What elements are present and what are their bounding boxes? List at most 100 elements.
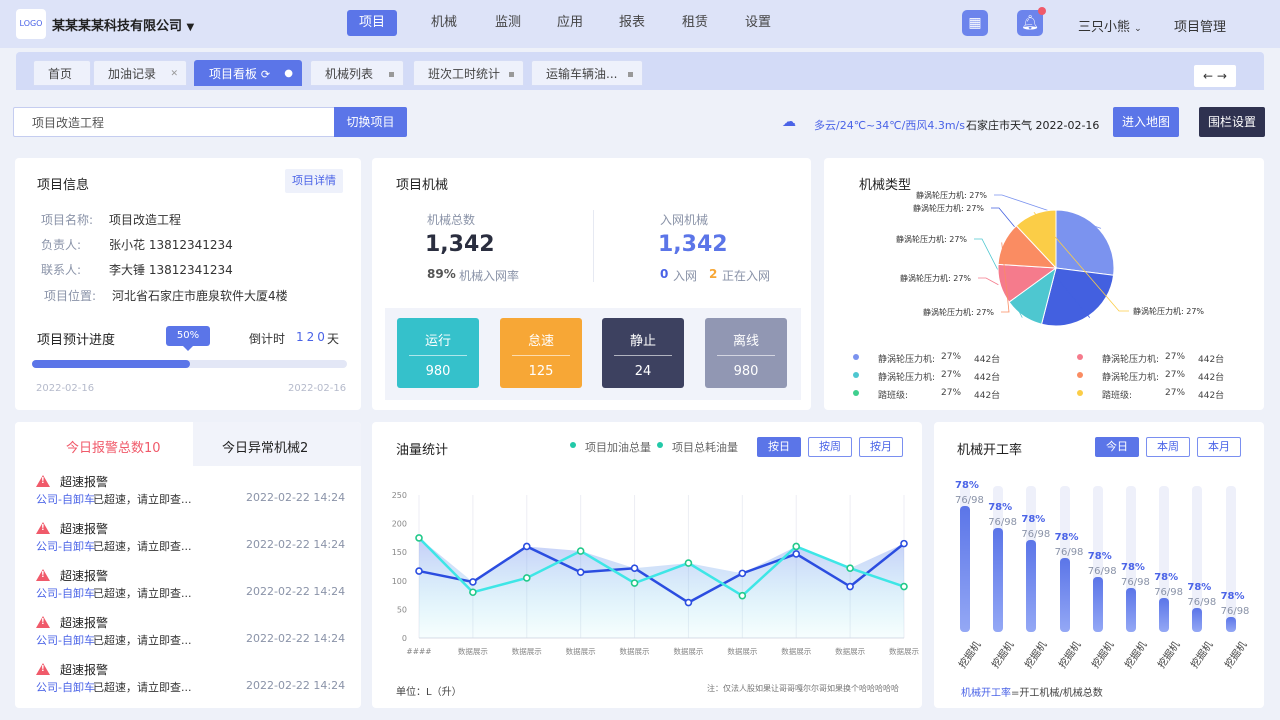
nav-item-reports[interactable]: 报表: [607, 10, 657, 36]
data-point[interactable]: [846, 582, 854, 591]
data-point[interactable]: [469, 578, 477, 586]
bar-ratio-label: 76/98: [955, 495, 984, 506]
project-detail-button[interactable]: 项目详情: [285, 169, 343, 193]
legend-count: 442台: [974, 355, 1001, 365]
by-day-button[interactable]: 按日: [757, 437, 801, 457]
nav-item-lease[interactable]: 租赁: [670, 10, 720, 36]
x-tick-label: 数据展示: [727, 646, 757, 656]
by-month-button[interactable]: 按月: [859, 437, 903, 457]
data-point[interactable]: [684, 559, 693, 567]
data-point[interactable]: [415, 534, 423, 542]
bar-percent-label: 78%: [1154, 572, 1179, 583]
bar-fill[interactable]: [1059, 558, 1070, 632]
chevron-down-icon: ▼: [186, 22, 195, 33]
alarm-item[interactable]: ! 超速报警 公司-自卸车 已超速，请立即查... 2022-02-22 14:24: [36, 567, 346, 607]
status-value: 125: [528, 364, 554, 379]
project-input[interactable]: [13, 107, 335, 137]
data-point[interactable]: [576, 547, 585, 555]
alarm-title: 超速报警: [60, 522, 109, 536]
arrow-right-icon[interactable]: →: [1217, 69, 1227, 83]
tab-transport-fuel[interactable]: 运输车辆油...: [531, 60, 643, 86]
grid-apps-icon[interactable]: ▦: [962, 10, 988, 36]
this-week-button[interactable]: 本周: [1146, 437, 1190, 457]
this-month-button[interactable]: 本月: [1197, 437, 1241, 457]
data-point[interactable]: [792, 542, 801, 551]
data-point[interactable]: [630, 564, 639, 573]
bell-icon[interactable]: 🔔︎: [1017, 7, 1046, 36]
bar-ratio-label: 76/98: [1154, 587, 1184, 598]
bar-ratio-label: 76/98: [1021, 529, 1051, 540]
data-point[interactable]: [900, 539, 908, 548]
x-tick-label: ####: [406, 647, 431, 656]
nav-item-monitor[interactable]: 监测: [483, 10, 533, 36]
company-selector[interactable]: 某某某某科技有限公司 ▼: [52, 15, 194, 34]
tab-alarm-count[interactable]: 今日报警总数10: [15, 422, 193, 466]
tab-label: 机械列表: [325, 67, 374, 81]
data-point[interactable]: [469, 588, 477, 597]
tab-machine-list[interactable]: 机械列表: [310, 60, 404, 86]
status-offline[interactable]: 离线 980: [705, 318, 787, 388]
tab-label: 班次工时统计: [428, 67, 501, 81]
data-point[interactable]: [522, 574, 531, 582]
bar-fill[interactable]: [1225, 617, 1236, 632]
alarm-item[interactable]: ! 超速报警 公司-自卸车 已超速，请立即查... 2022-02-22 14:24: [36, 520, 346, 560]
x-tick-label: 数据展示: [781, 646, 811, 656]
nav-item-project[interactable]: 项目: [347, 10, 398, 36]
project-management-link[interactable]: 项目管理: [1174, 16, 1226, 35]
tab-abnormal-machines[interactable]: 今日异常机械2: [193, 422, 361, 466]
divider: [614, 355, 672, 356]
status-stopped[interactable]: 静止 24: [602, 318, 684, 388]
today-button[interactable]: 今日: [1095, 437, 1139, 457]
bar-fill[interactable]: [1126, 588, 1136, 632]
enter-map-button[interactable]: 进入地图: [1113, 107, 1179, 137]
arrow-left-icon[interactable]: ←: [1203, 69, 1213, 83]
by-week-button[interactable]: 按周: [808, 437, 852, 457]
y-tick-label: 50: [397, 605, 407, 614]
data-point[interactable]: [522, 542, 531, 551]
data-point[interactable]: [415, 567, 423, 575]
bar-fill[interactable]: [1092, 577, 1103, 632]
close-icon[interactable]: ✕: [170, 61, 178, 87]
alarm-item[interactable]: ! 超速报警 公司-自卸车 已超速，请立即查... 2022-02-22 14:24: [36, 473, 346, 513]
nav-item-machine[interactable]: 机械: [419, 10, 469, 36]
data-point[interactable]: [738, 591, 747, 600]
tab-home[interactable]: 首页: [33, 60, 91, 86]
legend-name: 静涡轮压力机:: [1102, 355, 1160, 365]
user-menu[interactable]: 三只小熊 ⌄: [1078, 16, 1142, 35]
bar-fill[interactable]: [993, 528, 1004, 632]
x-tick-label: 数据展示: [458, 646, 488, 656]
nav-item-settings[interactable]: 设置: [733, 10, 783, 36]
alarm-time: 2022-02-22 14:24: [246, 585, 346, 598]
tab-project-board[interactable]: 项目看板 ⟳ ●: [194, 60, 302, 86]
tab-fuel-records[interactable]: 加油记录 ✕: [93, 60, 187, 86]
pie-slice[interactable]: [1055, 209, 1115, 276]
nav-item-apps[interactable]: 应用: [545, 10, 595, 36]
refresh-icon[interactable]: ⟳: [261, 68, 270, 81]
tab-shift-stats[interactable]: 班次工时统计: [413, 60, 524, 86]
fence-settings-button[interactable]: 围栏设置: [1199, 107, 1265, 137]
bar-fill[interactable]: [1159, 598, 1170, 632]
data-point[interactable]: [792, 550, 801, 558]
data-point[interactable]: [846, 564, 854, 573]
close-icon[interactable]: ●: [284, 61, 293, 87]
data-point[interactable]: [738, 569, 747, 578]
status-running[interactable]: 运行 980: [397, 318, 479, 388]
bar-ratio-label: 76/98: [1054, 547, 1084, 558]
bar-fill[interactable]: [1192, 608, 1203, 632]
data-point[interactable]: [630, 579, 639, 587]
close-icon[interactable]: [509, 72, 514, 77]
data-point[interactable]: [684, 598, 693, 607]
bar-fill[interactable]: [1026, 540, 1037, 632]
data-point[interactable]: [900, 582, 908, 591]
close-icon[interactable]: [389, 72, 394, 77]
alarm-item[interactable]: ! 超速报警 公司-自卸车 已超速，请立即查... 2022-02-22 14:24: [36, 661, 346, 701]
alarm-time: 2022-02-22 14:24: [246, 679, 346, 692]
status-idle[interactable]: 怠速 125: [500, 318, 582, 388]
tab-label: 今日报警总数10: [66, 441, 161, 456]
bar-fill[interactable]: [960, 506, 970, 632]
alarm-item[interactable]: ! 超速报警 公司-自卸车 已超速，请立即查... 2022-02-22 14:24: [36, 614, 346, 654]
switch-project-button[interactable]: 切换项目: [334, 107, 407, 137]
tab-label: 今日异常机械2: [222, 441, 309, 456]
data-point[interactable]: [576, 568, 585, 577]
close-icon[interactable]: [628, 72, 633, 77]
